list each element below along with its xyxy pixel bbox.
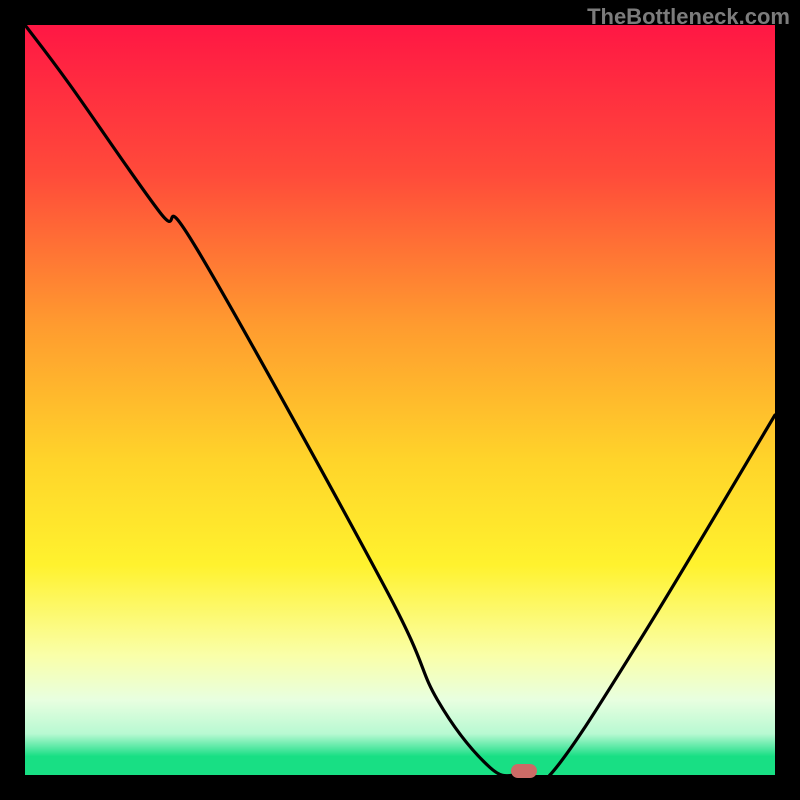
bottleneck-curve	[25, 25, 775, 775]
optimal-marker	[511, 764, 537, 778]
chart-container: TheBottleneck.com	[0, 0, 800, 800]
plot-area	[25, 25, 775, 775]
